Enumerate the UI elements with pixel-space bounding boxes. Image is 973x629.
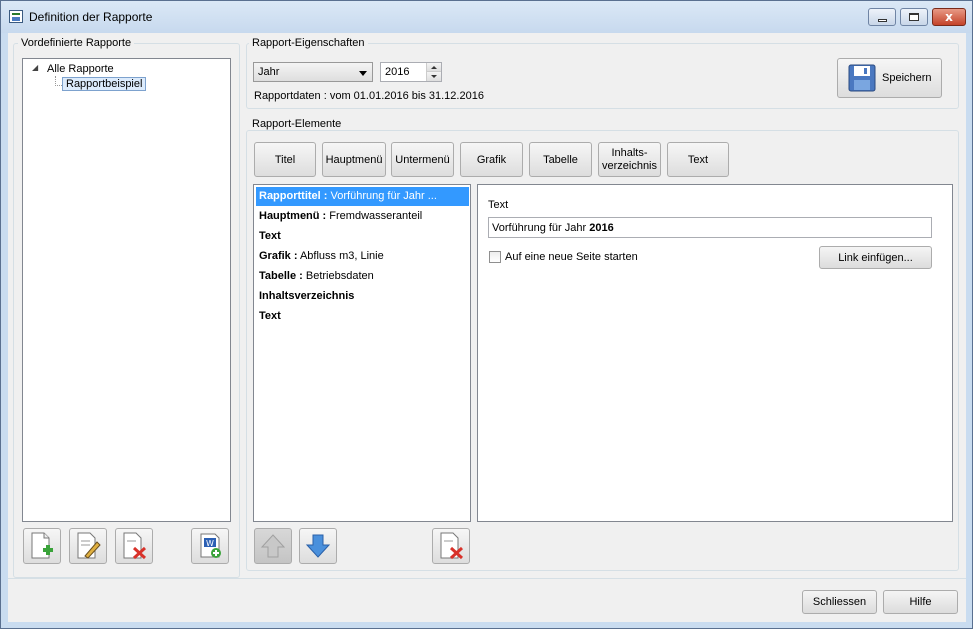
- element-detail-panel: Text Vorführung für Jahr 2016 Auf eine n…: [477, 184, 953, 522]
- add-chart-label: Grafik: [476, 153, 507, 166]
- close-dialog-label: Schliessen: [812, 596, 867, 608]
- restore-icon: [909, 13, 919, 21]
- add-main-menu-button[interactable]: Hauptmenü: [322, 142, 386, 177]
- list-item[interactable]: Grafik : Abfluss m3, Linie: [256, 247, 469, 266]
- year-spinner[interactable]: 2016: [380, 62, 442, 82]
- title-text-value: Vorführung für Jahr: [492, 222, 587, 234]
- list-item-type: Tabelle :: [259, 270, 303, 282]
- report-elements-label: Rapport-Elemente: [249, 118, 345, 130]
- list-item[interactable]: Rapporttitel : Vorführung für Jahr ...: [256, 187, 469, 206]
- year-value: 2016: [385, 66, 410, 78]
- list-item[interactable]: Inhaltsverzeichnis: [256, 287, 469, 306]
- predefined-reports-label: Vordefinierte Rapporte: [18, 37, 135, 49]
- add-chart-button[interactable]: Grafik: [460, 142, 523, 177]
- help-label: Hilfe: [909, 596, 932, 608]
- detail-field-label: Text: [488, 199, 509, 211]
- add-table-label: Tabelle: [543, 153, 578, 166]
- close-window-button[interactable]: x: [932, 8, 966, 26]
- add-table-button[interactable]: Tabelle: [529, 142, 592, 177]
- close-dialog-button[interactable]: Schliessen: [802, 590, 877, 614]
- list-item-type: Rapporttitel :: [259, 190, 328, 202]
- report-properties-label: Rapport-Eigenschaften: [249, 37, 368, 49]
- spinner-down-button[interactable]: [427, 72, 441, 81]
- report-elements-list[interactable]: Rapporttitel : Vorführung für Jahr ... H…: [253, 184, 471, 522]
- add-submenu-label: Untermenü: [395, 153, 450, 166]
- word-export-icon: W: [200, 533, 221, 558]
- add-text-label: Text: [687, 153, 709, 166]
- new-page-checkbox-label: Auf eine neue Seite starten: [505, 251, 638, 263]
- add-title-button[interactable]: Titel: [254, 142, 316, 177]
- footer-divider: [8, 578, 966, 579]
- list-item-type: Hauptmenü :: [259, 210, 327, 222]
- add-main-menu-label: Hauptmenü: [325, 153, 383, 166]
- arrow-down-icon: [305, 534, 331, 558]
- floppy-disk-icon: [848, 64, 876, 92]
- list-item[interactable]: Text: [256, 227, 469, 246]
- edit-report-button[interactable]: [69, 528, 107, 564]
- tree-item-report-example[interactable]: Rapportbeispiel: [62, 77, 147, 91]
- list-item[interactable]: Tabelle : Betriebsdaten: [256, 267, 469, 286]
- minimize-button[interactable]: [868, 8, 896, 26]
- list-item[interactable]: Hauptmenü : Fremdwasseranteil: [256, 207, 469, 226]
- list-item-value: Vorführung für Jahr ...: [330, 190, 437, 202]
- maximize-button[interactable]: [900, 8, 928, 26]
- app-icon: [9, 10, 23, 23]
- arrow-up-icon: [260, 534, 286, 558]
- report-tree[interactable]: ◢ Alle Rapporte Rapportbeispiel: [22, 58, 231, 522]
- arrow-up-icon: [431, 66, 437, 69]
- list-item-type: Text: [259, 230, 281, 242]
- period-select-value: Jahr: [258, 66, 280, 78]
- insert-link-button[interactable]: Link einfügen...: [819, 246, 932, 269]
- add-toc-button[interactable]: Inhalts- verzeichnis: [598, 142, 661, 177]
- save-button-label: Speichern: [882, 72, 932, 84]
- save-button[interactable]: Speichern: [837, 58, 942, 98]
- list-item-type: Inhaltsverzeichnis: [259, 290, 355, 302]
- arrow-down-icon: [431, 75, 437, 78]
- list-item-value: Betriebsdaten: [305, 270, 374, 282]
- close-icon: x: [945, 10, 953, 24]
- tree-connector: [55, 85, 62, 86]
- client-area: Vordefinierte Rapporte ◢ Alle Rapporte R…: [8, 33, 966, 622]
- title-text-year: 2016: [589, 222, 614, 234]
- new-document-icon: [31, 532, 53, 559]
- list-item-type: Text: [259, 310, 281, 322]
- new-report-button[interactable]: [23, 528, 61, 564]
- insert-link-label: Link einfügen...: [838, 251, 913, 264]
- list-item-value: Abfluss m3, Linie: [299, 250, 384, 262]
- main-window: Definition der Rapporte x Vordefinierte …: [0, 0, 973, 629]
- delete-element-button[interactable]: [432, 528, 470, 564]
- tree-expand-icon[interactable]: ◢: [32, 63, 38, 72]
- add-toc-label: Inhalts- verzeichnis: [601, 146, 658, 172]
- spinner-buttons: [426, 63, 441, 81]
- add-submenu-button[interactable]: Untermenü: [391, 142, 454, 177]
- spinner-up-button[interactable]: [427, 63, 441, 72]
- delete-document-icon: [123, 532, 147, 560]
- svg-text:W: W: [206, 539, 214, 548]
- edit-document-icon: [77, 532, 101, 559]
- move-up-button[interactable]: [254, 528, 292, 564]
- minimize-icon: [877, 18, 887, 22]
- period-select[interactable]: Jahr: [253, 62, 373, 82]
- help-button[interactable]: Hilfe: [883, 590, 958, 614]
- tree-root-all-reports[interactable]: Alle Rapporte: [47, 63, 114, 75]
- title-text-input[interactable]: Vorführung für Jahr 2016: [488, 217, 932, 238]
- report-date-range: Rapportdaten : vom 01.01.2016 bis 31.12.…: [254, 90, 484, 102]
- delete-document-icon: [440, 532, 464, 560]
- delete-report-button[interactable]: [115, 528, 153, 564]
- chevron-down-icon: [359, 71, 367, 76]
- list-item[interactable]: Text: [256, 307, 469, 326]
- export-word-button[interactable]: W: [191, 528, 229, 564]
- list-item-value: Fremdwasseranteil: [329, 210, 423, 222]
- title-bar[interactable]: Definition der Rapporte x: [1, 1, 972, 33]
- window-title: Definition der Rapporte: [29, 10, 153, 24]
- new-page-checkbox[interactable]: [489, 251, 501, 263]
- add-text-button[interactable]: Text: [667, 142, 729, 177]
- move-down-button[interactable]: [299, 528, 337, 564]
- add-title-label: Titel: [274, 153, 296, 166]
- list-item-type: Grafik :: [259, 250, 298, 262]
